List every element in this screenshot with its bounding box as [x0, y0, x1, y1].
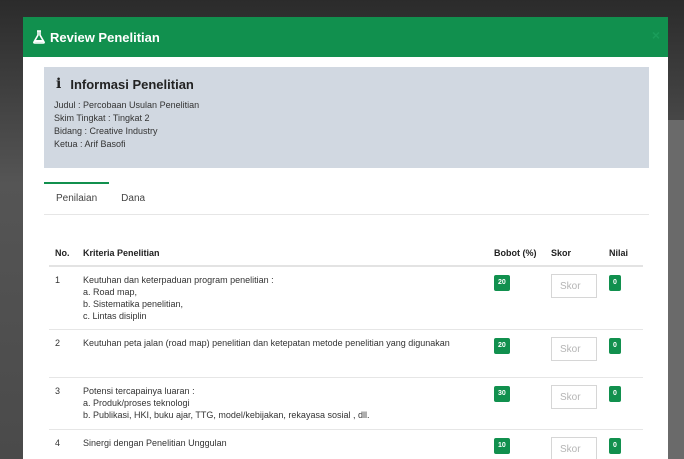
bobot-badge: 30	[494, 386, 510, 402]
info-ketua: Ketua : Arif Basofi	[54, 139, 126, 149]
review-modal: Review Penelitian × i Informasi Peneliti…	[23, 17, 668, 459]
tab-penilaian[interactable]: Penilaian	[44, 182, 110, 214]
row-bobot: 10	[488, 429, 545, 459]
kriteria-line: Keutuhan peta jalan (road map) penelitia…	[83, 338, 450, 348]
nilai-badge: 0	[609, 438, 621, 454]
row-no: 2	[49, 329, 77, 378]
modal-header: Review Penelitian ×	[23, 17, 668, 57]
nilai-badge: 0	[609, 386, 621, 402]
kriteria-line: a. Produk/proses teknologi	[83, 398, 190, 408]
kriteria-line: a. Road map,	[83, 287, 138, 297]
nilai-badge: 0	[609, 275, 621, 291]
row-no: 1	[49, 265, 77, 330]
info-judul: Judul : Percobaan Usulan Penelitian	[54, 100, 200, 110]
row-nilai: 0	[603, 329, 643, 378]
row-kriteria: Potensi tercapainya luaran : a. Produk/p…	[77, 377, 488, 430]
kriteria-line: Keutuhan dan keterpaduan program penelit…	[83, 275, 274, 285]
flask-icon	[33, 30, 45, 44]
row-kriteria: Sinergi dengan Penelitian Unggulan	[77, 429, 488, 459]
row-nilai: 0	[603, 265, 643, 330]
tab-bar: Penilaian Dana	[44, 182, 649, 215]
info-panel: i Informasi Penelitian Judul : Percobaan…	[44, 67, 649, 168]
skor-input[interactable]	[551, 337, 597, 361]
kriteria-line: Potensi tercapainya luaran :	[83, 386, 195, 396]
kriteria-line: Sinergi dengan Penelitian Unggulan	[83, 438, 227, 448]
table-row: 1 Keutuhan dan keterpaduan program penel…	[49, 265, 643, 330]
info-heading: i Informasi Penelitian	[54, 76, 639, 92]
col-no: No.	[49, 241, 77, 267]
col-bobot: Bobot (%)	[488, 241, 545, 267]
skor-input[interactable]	[551, 437, 597, 459]
col-skor: Skor	[545, 241, 603, 267]
info-icon: i	[56, 76, 62, 92]
row-skor	[545, 429, 603, 459]
skor-input[interactable]	[551, 385, 597, 409]
info-title: Informasi Penelitian	[70, 76, 194, 92]
row-bobot: 30	[488, 377, 545, 430]
kriteria-line: c. Lintas disiplin	[83, 311, 147, 321]
skor-input[interactable]	[551, 274, 597, 298]
tab-dana[interactable]: Dana	[109, 184, 157, 214]
close-icon[interactable]: ×	[652, 27, 660, 43]
col-nilai: Nilai	[603, 241, 643, 267]
row-kriteria: Keutuhan dan keterpaduan program penelit…	[77, 265, 488, 330]
nilai-badge: 0	[609, 338, 621, 354]
row-skor	[545, 265, 603, 330]
info-bidang: Bidang : Creative Industry	[54, 126, 158, 136]
bobot-badge: 10	[494, 438, 510, 454]
row-bobot: 20	[488, 329, 545, 378]
table-header-row: No. Kriteria Penelitian Bobot (%) Skor N…	[49, 241, 643, 267]
row-nilai: 0	[603, 377, 643, 430]
kriteria-line: b. Publikasi, HKI, buku ajar, TTG, model…	[83, 410, 370, 420]
row-nilai: 0	[603, 429, 643, 459]
col-kriteria: Kriteria Penelitian	[77, 241, 488, 267]
bobot-badge: 20	[494, 275, 510, 291]
kriteria-line: b. Sistematika penelitian,	[83, 299, 184, 309]
table-row: 3 Potensi tercapainya luaran : a. Produk…	[49, 377, 643, 430]
bobot-badge: 20	[494, 338, 510, 354]
table-row: 2 Keutuhan peta jalan (road map) penelit…	[49, 329, 643, 378]
row-no: 4	[49, 429, 77, 459]
info-skim: Skim Tingkat : Tingkat 2	[54, 113, 150, 123]
row-skor	[545, 329, 603, 378]
criteria-table: No. Kriteria Penelitian Bobot (%) Skor N…	[49, 241, 643, 459]
backdrop-scrollbar	[666, 120, 684, 459]
row-skor	[545, 377, 603, 430]
modal-title: Review Penelitian	[50, 29, 160, 45]
row-kriteria: Keutuhan peta jalan (road map) penelitia…	[77, 329, 488, 378]
table-row: 4 Sinergi dengan Penelitian Unggulan 10 …	[49, 429, 643, 459]
row-bobot: 20	[488, 265, 545, 330]
row-no: 3	[49, 377, 77, 430]
